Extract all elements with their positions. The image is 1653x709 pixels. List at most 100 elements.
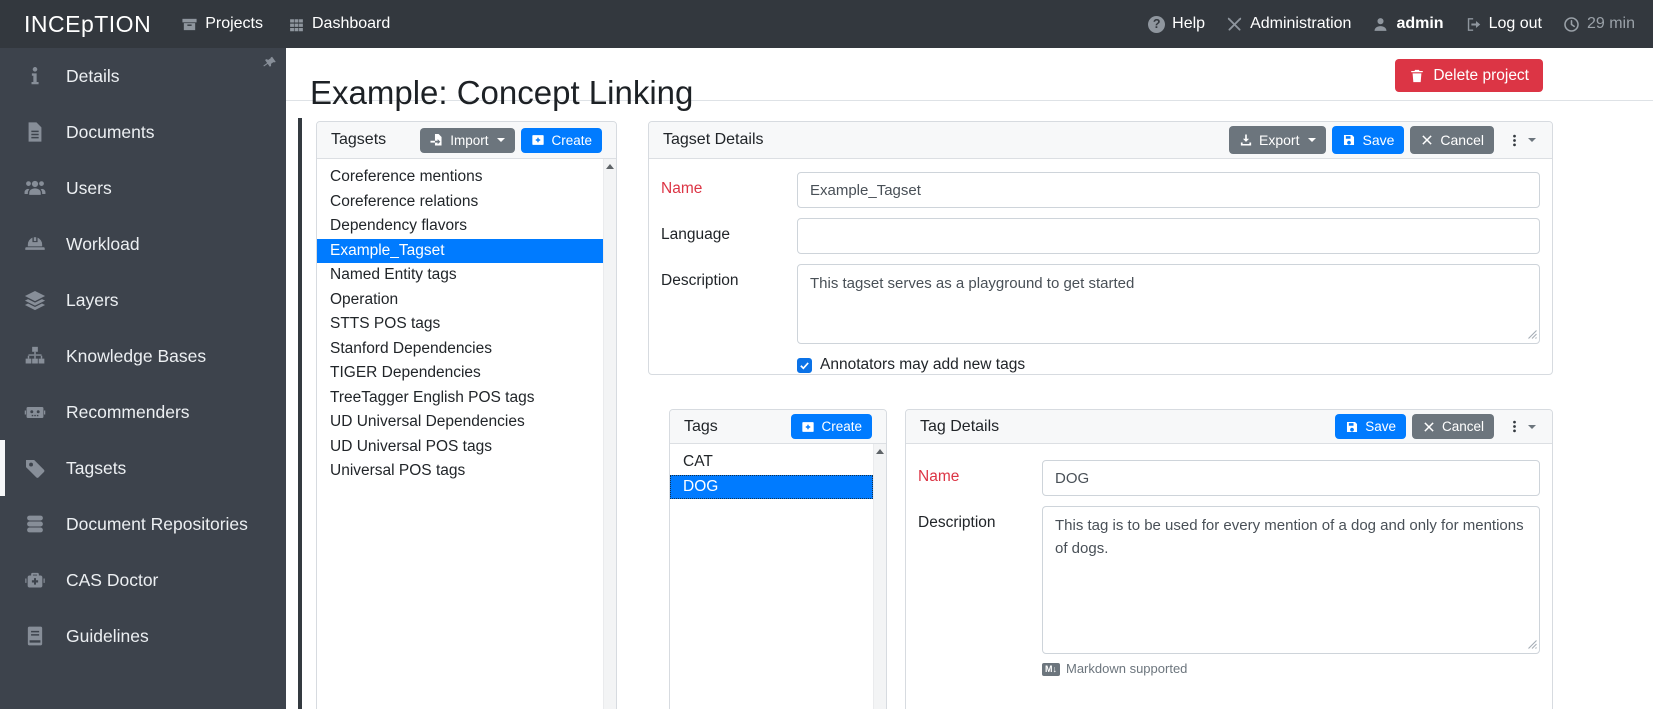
navbar-left-menu: Projects Dashboard	[181, 15, 390, 33]
tagset-list-item[interactable]: Operation	[317, 288, 603, 313]
markdown-icon: M↓	[1042, 660, 1060, 676]
create-tagset-button[interactable]: Create	[521, 127, 602, 153]
save-tagset-button[interactable]: Save	[1332, 126, 1405, 154]
layers-icon	[16, 289, 54, 311]
sidebar-item-label: Users	[66, 177, 112, 198]
cancel-tag-button[interactable]: Cancel	[1411, 414, 1494, 439]
sidebar-item-document-repositories[interactable]: Document Repositories	[0, 496, 286, 552]
save-tag-button[interactable]: Save	[1335, 414, 1406, 439]
save-label: Save	[1362, 132, 1395, 148]
tagset-list-item[interactable]: Named Entity tags	[317, 263, 603, 288]
markdown-note-label: Markdown supported	[1066, 660, 1188, 676]
export-tagset-button[interactable]: Export	[1229, 126, 1327, 154]
tags-panel-header: Tags Create	[670, 410, 886, 444]
sidebar-item-recommenders[interactable]: Recommenders	[0, 384, 286, 440]
annotators-checkbox[interactable]	[797, 357, 812, 373]
plus-square-icon	[801, 420, 815, 434]
tagset-details-title: Tagset Details	[663, 131, 764, 148]
tagset-list-item[interactable]: Stanford Dependencies	[317, 337, 603, 362]
sidebar-item-guidelines[interactable]: Guidelines	[0, 608, 286, 664]
chevron-down-icon	[1528, 138, 1536, 142]
tagset-name-input[interactable]	[797, 172, 1540, 208]
nav-item-dashboard[interactable]: Dashboard	[288, 15, 390, 33]
delete-project-label: Delete project	[1433, 66, 1529, 84]
content-splitter[interactable]	[298, 118, 302, 709]
tagset-list-item[interactable]: Coreference relations	[317, 190, 603, 215]
import-label: Import	[450, 132, 489, 148]
sidebar-item-label: Recommenders	[66, 401, 190, 422]
sidebar-item-documents[interactable]: Documents	[0, 104, 286, 160]
hard-hat-icon	[16, 233, 54, 255]
sidebar-item-label: Guidelines	[66, 625, 149, 646]
tag-description-input[interactable]: This tag is to be used for every mention…	[1042, 506, 1540, 654]
tagset-list-item[interactable]: Universal POS tags	[317, 459, 603, 484]
tag-details-title: Tag Details	[920, 417, 1000, 435]
nav-item-log-out[interactable]: Log out	[1465, 15, 1542, 33]
chevron-down-icon	[1308, 138, 1317, 142]
tags-panel: Tags Create CAT DOG	[669, 409, 887, 709]
plus-square-icon	[531, 133, 545, 147]
nav-item-administration[interactable]: Administration	[1226, 15, 1351, 33]
tagsets-panel-header: Tagsets Import Create	[317, 122, 616, 159]
user-icon	[1372, 16, 1389, 33]
tagsets-list: Coreference mentions Coreference relation…	[317, 159, 603, 709]
sidebar-item-knowledge-bases[interactable]: Knowledge Bases	[0, 328, 286, 384]
sidebar-item-tagsets[interactable]: Tagsets	[0, 440, 286, 496]
book-icon	[16, 625, 54, 647]
grid-icon	[288, 16, 305, 33]
main-area: Example: Concept Linking Delete project …	[286, 48, 1653, 709]
tagset-description-label: Description	[661, 272, 739, 289]
cancel-label: Cancel	[1441, 419, 1484, 434]
tag-list-item[interactable]: DOG	[670, 474, 873, 499]
sidebar-item-label: Documents	[66, 121, 155, 142]
delete-project-button[interactable]: Delete project	[1395, 59, 1543, 92]
sidebar-item-cas-doctor[interactable]: CAS Doctor	[0, 552, 286, 608]
tagset-list-item[interactable]: STTS POS tags	[317, 312, 603, 337]
navbar-right-menu: ? Help Administration admin Log out 29 min	[1148, 15, 1635, 33]
tag-details-header: Tag Details Save Cancel	[906, 410, 1552, 444]
nav-label: 29 min	[1586, 15, 1635, 32]
tags-scrollbar[interactable]	[873, 444, 886, 709]
tagset-list-item[interactable]: TIGER Dependencies	[317, 361, 603, 386]
tagset-list-item[interactable]: TreeTagger English POS tags	[317, 386, 603, 411]
scroll-up-button[interactable]	[874, 444, 886, 459]
tools-icon	[1226, 16, 1243, 33]
tagset-list-item[interactable]: Example_Tagset	[317, 238, 603, 263]
export-label: Export	[1259, 132, 1300, 148]
sidebar-item-layers[interactable]: Layers	[0, 272, 286, 328]
tagset-list-item[interactable]: Dependency flavors	[317, 214, 603, 239]
cancel-tagset-button[interactable]: Cancel	[1410, 126, 1494, 154]
cancel-label: Cancel	[1440, 132, 1484, 148]
tagset-list-item[interactable]: UD Universal Dependencies	[317, 410, 603, 435]
sidebar-item-details[interactable]: Details	[0, 48, 286, 104]
sidebar-item-users[interactable]: Users	[0, 160, 286, 216]
tagsets-list-body: Coreference mentions Coreference relation…	[317, 159, 616, 709]
tagset-language-input[interactable]	[797, 218, 1540, 254]
tagset-list-item[interactable]: UD Universal POS tags	[317, 435, 603, 460]
create-label: Create	[821, 419, 862, 434]
more-menu-button[interactable]	[1505, 131, 1538, 150]
tag-name-input[interactable]	[1042, 460, 1540, 496]
create-tag-button[interactable]: Create	[791, 414, 872, 439]
tagset-description-input[interactable]: This tagset serves as a playground to ge…	[797, 264, 1540, 344]
tagsets-panel-title: Tagsets	[331, 131, 387, 148]
archive-icon	[181, 16, 198, 33]
scroll-up-button[interactable]	[604, 159, 616, 174]
sidebar-item-workload[interactable]: Workload	[0, 216, 286, 272]
nav-item-projects[interactable]: Projects	[181, 15, 263, 33]
file-import-icon	[430, 133, 444, 147]
import-tagset-button[interactable]: Import	[420, 127, 516, 153]
download-icon	[1239, 133, 1253, 147]
sitemap-icon	[16, 345, 54, 367]
tagset-list-item[interactable]: Coreference mentions	[317, 165, 603, 190]
tagset-name-label: Name	[661, 180, 703, 197]
nav-item-admin[interactable]: admin	[1372, 15, 1444, 33]
trash-icon	[1409, 68, 1425, 84]
nav-item-help[interactable]: ? Help	[1148, 15, 1205, 33]
tagsets-scrollbar[interactable]	[603, 159, 616, 709]
first-aid-icon	[16, 569, 54, 591]
app-brand[interactable]: INCEpTION	[24, 11, 151, 38]
more-menu-button[interactable]	[1505, 417, 1538, 436]
tag-list-item[interactable]: CAT	[670, 450, 873, 475]
create-label: Create	[551, 132, 592, 148]
